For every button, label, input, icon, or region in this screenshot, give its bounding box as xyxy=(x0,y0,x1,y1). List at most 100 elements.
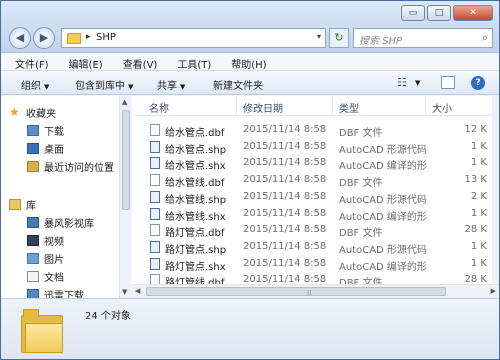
nav-item-label: 迅雷下载 xyxy=(44,290,84,299)
nav-scrollbar[interactable]: ▲ ▼ xyxy=(119,96,131,298)
file-name: 路灯管线.dbf xyxy=(165,278,225,284)
scroll-down-icon[interactable]: ▼ xyxy=(122,288,127,296)
file-date: 2015/11/14 8:58 xyxy=(243,190,327,202)
nav-item-xunlei-downloads[interactable]: 迅雷下载 xyxy=(27,286,84,298)
search-input[interactable]: 搜索 SHP ⌕ xyxy=(353,28,493,48)
column-type[interactable]: 类型 xyxy=(339,100,359,115)
file-size: 1 K xyxy=(470,207,487,219)
file-row[interactable]: 给水管点.shp 2015/11/14 8:58 AutoCAD 形源代码 1 … xyxy=(132,138,492,156)
folder-icon xyxy=(21,309,63,353)
nav-item-downloads[interactable]: 下载 xyxy=(27,122,64,138)
address-bar[interactable]: ▸ SHP ▾ xyxy=(61,28,326,48)
nav-item-desktop[interactable]: 桌面 xyxy=(27,140,64,156)
file-date: 2015/11/14 8:58 xyxy=(243,174,327,186)
column-divider[interactable] xyxy=(236,96,237,116)
breadcrumb-shp[interactable]: SHP xyxy=(96,32,116,43)
star-icon: ★ xyxy=(9,104,20,119)
file-size: 1 K xyxy=(470,240,487,252)
autocad-file-icon xyxy=(150,257,160,270)
file-row[interactable]: 给水管线.dbf 2015/11/14 8:58 DBF 文件 13 K xyxy=(132,171,492,189)
column-date[interactable]: 修改日期 xyxy=(243,100,283,115)
item-count: 24 个对象 xyxy=(85,311,131,322)
nav-libraries[interactable]: 库 xyxy=(9,196,36,212)
scroll-grip-icon: ⁞⁞ xyxy=(307,289,312,297)
explorer-window: ▭ □ ✕ ◀ ▶ ▸ SHP ▾ ↻ 搜索 SHP ⌕ 文件(F) 编辑(E)… xyxy=(0,0,500,360)
nav-favorites-label: 收藏夹 xyxy=(26,108,56,120)
title-bar: ▭ □ ✕ ◀ ▶ ▸ SHP ▾ ↻ 搜索 SHP ⌕ xyxy=(1,1,499,53)
forward-button[interactable]: ▶ xyxy=(33,27,55,49)
file-row[interactable]: 给水管线.shx 2015/11/14 8:58 AutoCAD 编译的形 1 … xyxy=(132,205,492,223)
file-list-vertical-scrollbar[interactable] xyxy=(492,96,499,284)
nav-item-label: 暴风影视库 xyxy=(44,218,94,230)
file-size: 1 K xyxy=(470,140,487,152)
video-icon xyxy=(27,234,39,246)
file-row[interactable]: 路灯管点.dbf 2015/11/14 8:58 DBF 文件 28 K xyxy=(132,221,492,239)
menu-help[interactable]: 帮助(H) xyxy=(217,53,272,71)
refresh-button[interactable]: ↻ xyxy=(329,28,349,48)
organize-button[interactable]: 组织 ▼ xyxy=(21,77,49,92)
share-label: 共享 xyxy=(157,81,177,92)
menu-file[interactable]: 文件(F) xyxy=(1,53,55,71)
nav-item-label: 文档 xyxy=(44,272,64,284)
share-button[interactable]: 共享 ▼ xyxy=(157,77,185,92)
scroll-up-icon[interactable]: ▲ xyxy=(122,98,127,106)
address-dropdown-icon[interactable]: ▾ xyxy=(317,32,321,41)
nav-libraries-label: 库 xyxy=(26,200,36,212)
download-icon xyxy=(27,288,39,298)
file-date: 2015/11/14 8:58 xyxy=(243,240,327,252)
file-size: 12 K xyxy=(464,124,487,135)
nav-item-pictures[interactable]: 图片 xyxy=(27,250,64,266)
help-icon[interactable]: ? xyxy=(471,76,485,90)
file-size: 1 K xyxy=(470,157,487,169)
scroll-thumb[interactable]: ⁞⁞ xyxy=(146,287,446,297)
scroll-thumb[interactable] xyxy=(122,110,130,210)
file-row[interactable]: 给水管点.dbf 2015/11/14 8:58 DBF 文件 12 K xyxy=(132,121,492,139)
chevron-down-icon[interactable]: ▼ xyxy=(415,79,420,87)
file-row[interactable]: 路灯管点.shx 2015/11/14 8:58 AutoCAD 编译的形 1 … xyxy=(132,255,492,273)
scroll-right-icon[interactable]: ▶ xyxy=(491,287,496,295)
nav-item-baofeng-library[interactable]: 暴风影视库 xyxy=(27,214,94,230)
file-date: 2015/11/14 8:58 xyxy=(243,140,327,152)
file-type: DBF 文件 xyxy=(339,278,383,284)
maximize-button[interactable]: □ xyxy=(427,5,451,21)
minimize-button[interactable]: ▭ xyxy=(401,5,425,21)
dbf-file-icon xyxy=(150,274,160,284)
nav-item-videos[interactable]: 视频 xyxy=(27,232,64,248)
column-name[interactable]: 名称 xyxy=(149,100,169,115)
column-divider[interactable] xyxy=(425,96,426,116)
details-pane: 24 个对象 xyxy=(1,298,499,359)
nav-item-label: 最近访问的位置 xyxy=(44,162,114,174)
scroll-left-icon[interactable]: ◀ xyxy=(135,287,140,295)
nav-item-recent-places[interactable]: 最近访问的位置 xyxy=(27,158,114,174)
file-date: 2015/11/14 8:58 xyxy=(243,257,327,269)
file-date: 2015/11/14 8:58 xyxy=(243,274,327,284)
file-row[interactable]: 路灯管点.shp 2015/11/14 8:58 AutoCAD 形源代码 1 … xyxy=(132,238,492,256)
search-icon[interactable]: ⌕ xyxy=(482,31,488,45)
nav-item-documents[interactable]: 文档 xyxy=(27,268,64,284)
column-header-row: ^ 名称 修改日期 类型 大小 xyxy=(132,96,492,116)
pictures-icon xyxy=(27,252,39,264)
nav-item-label: 下载 xyxy=(44,126,64,138)
autocad-file-icon xyxy=(150,240,160,253)
back-button[interactable]: ◀ xyxy=(9,27,31,49)
menu-tools[interactable]: 工具(T) xyxy=(163,53,217,71)
file-row[interactable]: 路灯管线.dbf 2015/11/14 8:58 DBF 文件 28 K xyxy=(132,271,492,284)
menu-view[interactable]: 查看(V) xyxy=(109,53,164,71)
back-arrow-icon: ◀ xyxy=(15,31,25,44)
file-list-horizontal-scrollbar[interactable]: ◀ ⁞⁞ ▶ xyxy=(132,284,499,298)
menu-edit[interactable]: 编辑(E) xyxy=(55,53,109,71)
file-row[interactable]: 给水管点.shx 2015/11/14 8:58 AutoCAD 编译的形 1 … xyxy=(132,154,492,172)
column-size[interactable]: 大小 xyxy=(432,100,452,115)
include-in-library-button[interactable]: 包含到库中 ▼ xyxy=(75,77,133,92)
file-row[interactable]: 给水管线.shp 2015/11/14 8:58 AutoCAD 形源代码 2 … xyxy=(132,188,492,206)
chevron-down-icon: ▼ xyxy=(180,83,186,91)
menu-bar: 文件(F) 编辑(E) 查看(V) 工具(T) 帮助(H) xyxy=(1,53,499,71)
close-button[interactable]: ✕ xyxy=(453,5,493,21)
file-size: 28 K xyxy=(464,274,487,284)
view-options-icon[interactable]: ☷ xyxy=(397,76,407,89)
file-list: ^ 名称 修改日期 类型 大小 给水管点.dbf 2015/11/14 8:58… xyxy=(132,96,492,284)
new-folder-button[interactable]: 新建文件夹 xyxy=(213,77,263,92)
column-divider[interactable] xyxy=(332,96,333,116)
preview-pane-icon[interactable] xyxy=(441,76,455,89)
nav-favorites[interactable]: ★ 收藏夹 xyxy=(9,104,56,120)
